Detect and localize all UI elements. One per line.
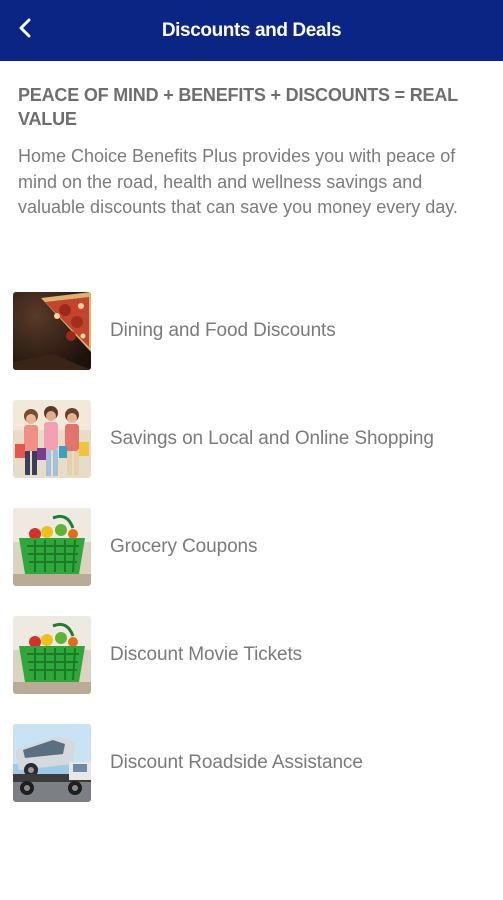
item-label: Savings on Local and Online Shopping [110, 428, 434, 449]
app-screen: Discounts and Deals PEACE OF MIND + BENE… [0, 0, 503, 900]
item-label: Discount Roadside Assistance [110, 752, 363, 773]
page-title: Discounts and Deals [161, 19, 342, 41]
pizza-image [13, 292, 91, 370]
main-content: PEACE OF MIND + BENEFITS + DISCOUNTS = R… [0, 61, 503, 221]
headline: PEACE OF MIND + BENEFITS + DISCOUNTS = R… [18, 85, 458, 129]
item-label: Discount Movie Tickets [110, 644, 303, 665]
list-item-shopping[interactable]: Savings on Local and Online Shopping [13, 400, 493, 478]
list-item-grocery[interactable]: Grocery Coupons [13, 508, 493, 586]
back-button[interactable] [8, 12, 42, 48]
intro-text: Home Choice Benefits Plus provides you w… [18, 146, 458, 217]
list-item-dining[interactable]: Dining and Food Discounts [13, 292, 493, 370]
tow-truck-image [13, 724, 91, 802]
list-item-movie-tickets[interactable]: Discount Movie Tickets [13, 616, 493, 694]
grocery-basket-image [13, 616, 91, 694]
grocery-basket-image [13, 508, 91, 586]
shoppers-image [13, 400, 91, 478]
app-header: Discounts and Deals [0, 0, 503, 61]
item-label: Grocery Coupons [110, 536, 258, 557]
chevron-left-icon [17, 17, 33, 44]
deals-list: Dining and Food Discounts Savings on Loc… [13, 292, 493, 832]
list-item-roadside[interactable]: Discount Roadside Assistance [13, 724, 493, 802]
item-label: Dining and Food Discounts [110, 320, 336, 341]
